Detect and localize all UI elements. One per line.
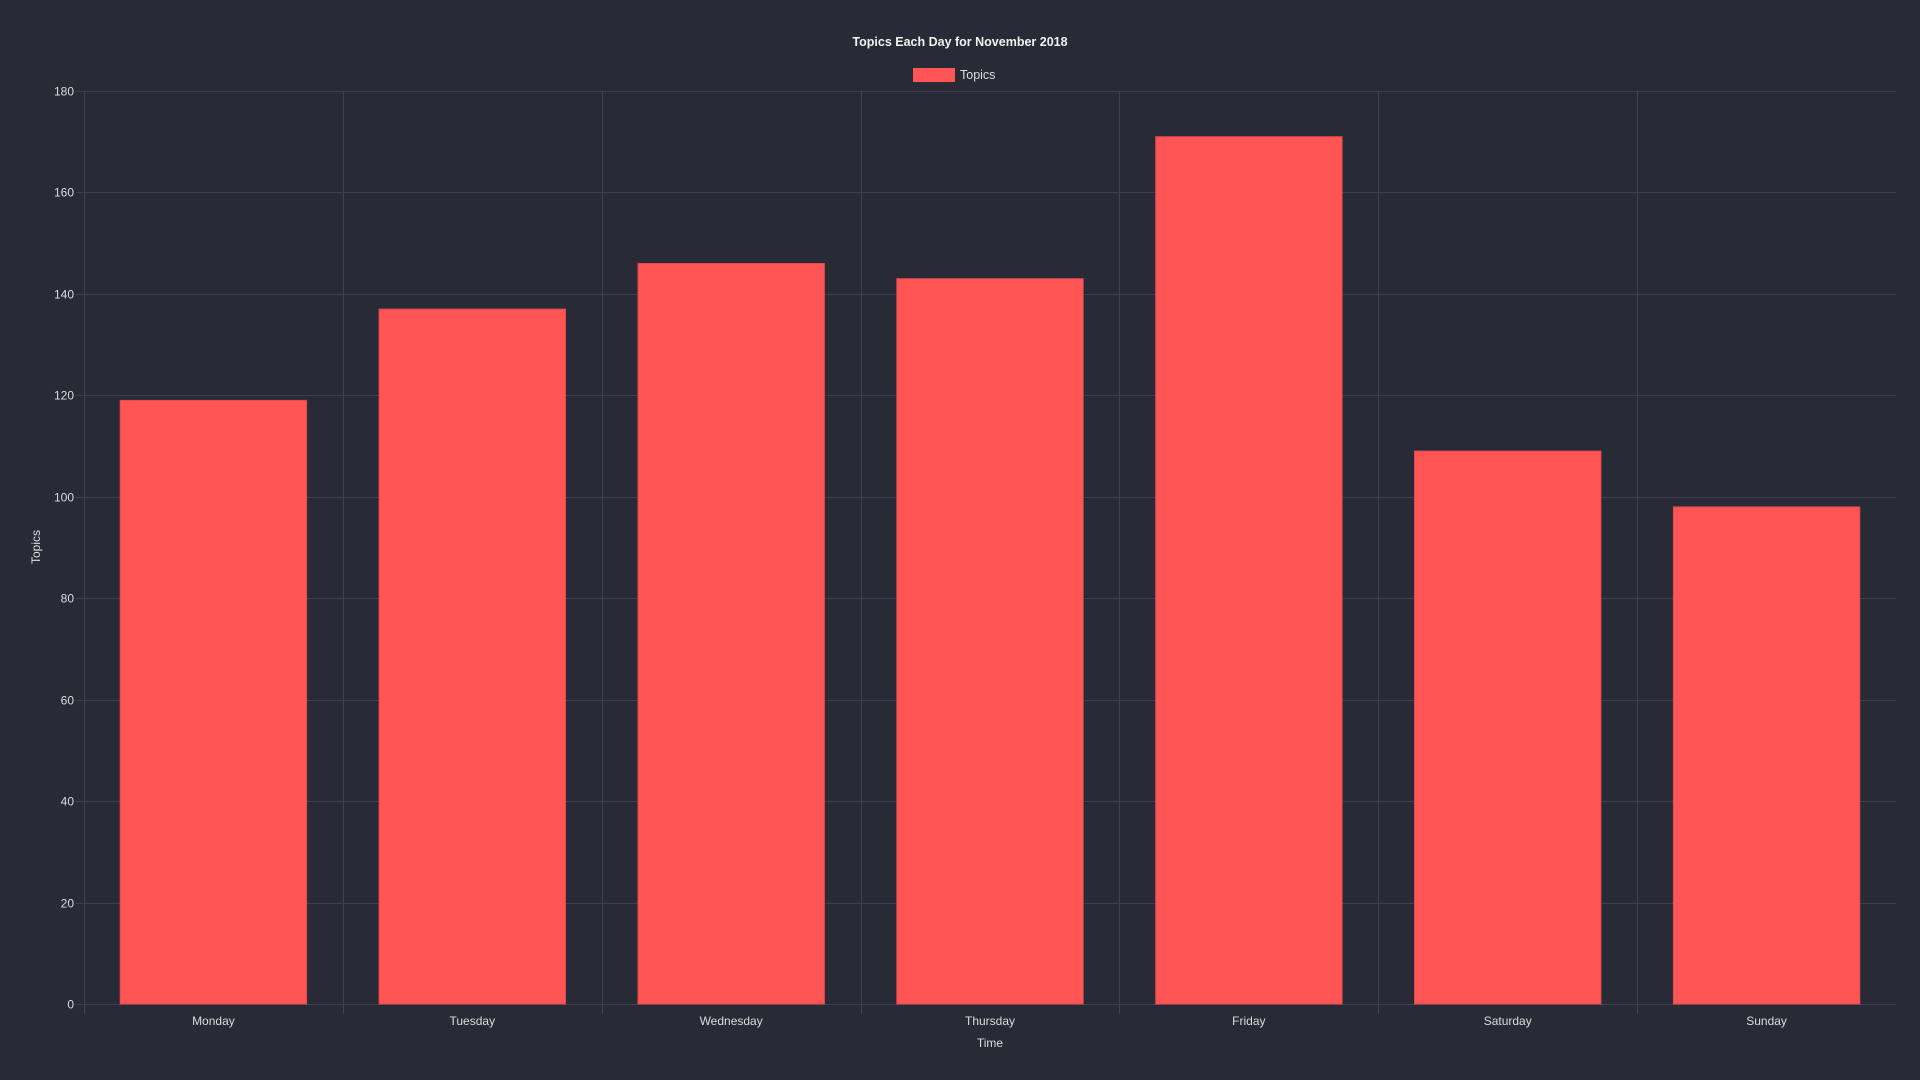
chart-title: Topics Each Day for November 2018 — [852, 35, 1067, 49]
bars — [119, 136, 1861, 1005]
y-tick-label: 80 — [61, 592, 75, 606]
y-axis-label: Topics — [29, 530, 43, 564]
y-tick-label: 160 — [54, 186, 74, 200]
bar-tuesday[interactable] — [378, 308, 566, 1005]
bar-friday[interactable] — [1155, 136, 1343, 1005]
legend-label[interactable]: Topics — [960, 68, 995, 82]
bar-wednesday[interactable] — [637, 263, 825, 1005]
y-axis-ticks: 0 20 40 60 80 100 120 140 160 180 — [54, 85, 74, 1012]
x-tick-label: Friday — [1232, 1014, 1265, 1028]
x-axis-ticks: Monday Tuesday Wednesday Thursday Friday Satu… — [192, 1014, 1787, 1028]
y-tick-label: 20 — [61, 897, 75, 911]
y-tick-label: 120 — [54, 389, 74, 403]
bar-thursday[interactable] — [896, 278, 1084, 1005]
x-tick-label: Thursday — [965, 1014, 1015, 1028]
bar-monday[interactable] — [119, 399, 308, 1005]
x-tick-label: Wednesday — [700, 1014, 763, 1028]
bar-saturday[interactable] — [1414, 450, 1602, 1005]
legend-swatch[interactable] — [913, 68, 955, 82]
y-tick-label: 100 — [54, 491, 74, 505]
y-tick-label: 140 — [54, 288, 74, 302]
y-tick-label: 180 — [54, 85, 74, 99]
y-tick-label: 60 — [61, 694, 75, 708]
y-tick-label: 40 — [61, 795, 75, 809]
x-tick-label: Saturday — [1484, 1014, 1532, 1028]
bar-chart: Topics Each Day for November 2018 Topics… — [29, 35, 1896, 1050]
bar-sunday[interactable] — [1672, 506, 1861, 1005]
x-axis-label: Time — [977, 1036, 1004, 1050]
legend[interactable]: Topics — [913, 68, 995, 82]
x-tick-label: Monday — [192, 1014, 235, 1028]
x-tick-label: Tuesday — [449, 1014, 495, 1028]
x-tick-label: Sunday — [1746, 1014, 1787, 1028]
y-tick-label: 0 — [67, 998, 74, 1012]
